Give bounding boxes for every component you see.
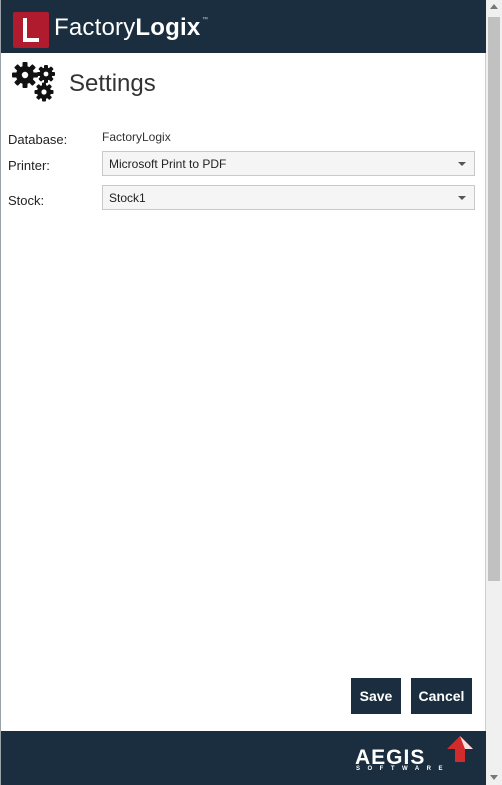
scroll-down-arrow-icon[interactable]	[490, 775, 498, 780]
chevron-down-icon[interactable]	[458, 196, 466, 200]
aegis-logo-icon	[447, 736, 473, 762]
header-bar: FactoryLogix ™	[1, 0, 486, 53]
chevron-down-icon[interactable]	[458, 162, 466, 166]
gears-icon	[12, 62, 55, 102]
printer-select-value: Microsoft Print to PDF	[109, 157, 227, 171]
stock-label: Stock:	[8, 193, 45, 208]
app-window: FactoryLogix ™ Settings Database: Factor…	[0, 0, 486, 785]
brand-name-light: Factory	[54, 14, 136, 41]
database-value: FactoryLogix	[102, 130, 171, 144]
factorylogix-logo-icon	[13, 12, 49, 48]
printer-label: Printer:	[8, 158, 50, 173]
brand-name: FactoryLogix	[54, 13, 200, 43]
cancel-button[interactable]: Cancel	[411, 678, 472, 714]
database-label: Database:	[8, 132, 68, 147]
brand-name-bold: Logix	[135, 14, 201, 41]
page-title: Settings	[69, 70, 156, 97]
scroll-up-arrow-icon[interactable]	[490, 4, 498, 9]
stock-select[interactable]: Stock1	[102, 185, 475, 210]
scrollbar-thumb[interactable]	[488, 17, 500, 581]
vertical-scrollbar[interactable]	[486, 0, 502, 785]
trademark-mark: ™	[202, 17, 208, 23]
stock-select-value: Stock1	[109, 191, 146, 205]
aegis-logo-subtext: SOFTWARE	[356, 766, 450, 772]
save-button[interactable]: Save	[351, 678, 401, 714]
printer-select[interactable]: Microsoft Print to PDF	[102, 151, 475, 176]
